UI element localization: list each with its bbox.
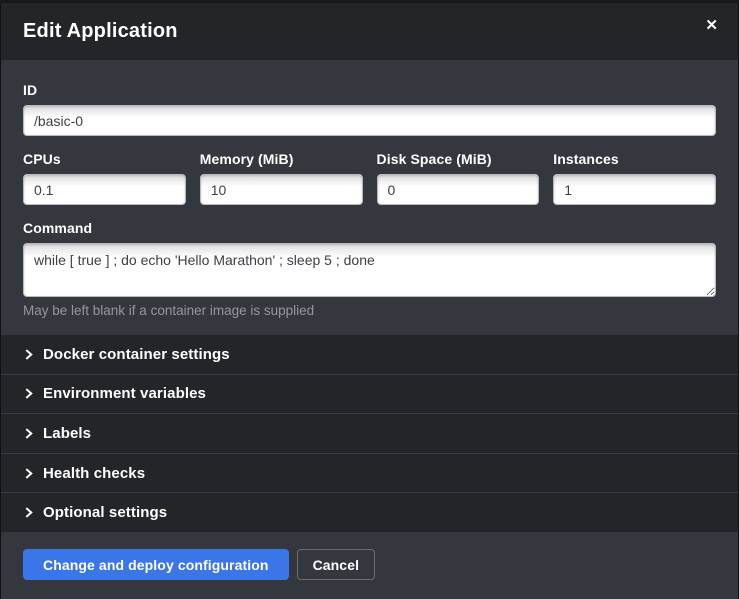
application-form: ID CPUs Memory (MiB) Disk Space (MiB) In… (1, 60, 738, 335)
section-label: Environment variables (43, 385, 206, 402)
chevron-right-icon (23, 468, 34, 479)
id-field-group: ID (23, 82, 716, 136)
chevron-right-icon (23, 388, 34, 399)
instances-input[interactable] (553, 174, 716, 205)
modal-footer: Change and deploy configuration Cancel (1, 532, 738, 599)
cpus-label: CPUs (23, 151, 186, 167)
resources-row: CPUs Memory (MiB) Disk Space (MiB) Insta… (23, 151, 716, 205)
section-environment-variables[interactable]: Environment variables (1, 375, 738, 415)
cpus-field-group: CPUs (23, 151, 186, 205)
section-label: Health checks (43, 465, 145, 482)
memory-label: Memory (MiB) (200, 151, 363, 167)
modal-title: Edit Application (23, 20, 178, 43)
section-docker-container-settings[interactable]: Docker container settings (1, 335, 738, 375)
change-and-deploy-button[interactable]: Change and deploy configuration (23, 549, 289, 580)
close-icon[interactable]: ✕ (701, 16, 722, 35)
command-field-group: Command while [ true ] ; do echo 'Hello … (23, 220, 716, 318)
command-label: Command (23, 220, 716, 236)
edit-application-modal: Edit Application ✕ ID CPUs Memory (MiB) … (0, 3, 739, 599)
instances-label: Instances (553, 151, 716, 167)
disk-input[interactable] (377, 174, 540, 205)
id-input[interactable] (23, 105, 716, 136)
disk-label: Disk Space (MiB) (377, 151, 540, 167)
command-help-text: May be left blank if a container image i… (23, 303, 716, 318)
chevron-right-icon (23, 428, 34, 439)
section-label: Optional settings (43, 504, 167, 521)
settings-accordion: Docker container settings Environment va… (1, 335, 738, 532)
section-label: Docker container settings (43, 346, 230, 363)
id-label: ID (23, 82, 716, 98)
command-textarea[interactable]: while [ true ] ; do echo 'Hello Marathon… (23, 243, 716, 297)
cpus-input[interactable] (23, 174, 186, 205)
section-optional-settings[interactable]: Optional settings (1, 493, 738, 532)
disk-field-group: Disk Space (MiB) (377, 151, 540, 205)
section-labels[interactable]: Labels (1, 414, 738, 454)
section-label: Labels (43, 425, 91, 442)
modal-header: Edit Application ✕ (1, 3, 738, 60)
instances-field-group: Instances (553, 151, 716, 205)
memory-input[interactable] (200, 174, 363, 205)
chevron-right-icon (23, 507, 34, 518)
chevron-right-icon (23, 349, 34, 360)
cancel-button[interactable]: Cancel (297, 549, 376, 580)
memory-field-group: Memory (MiB) (200, 151, 363, 205)
section-health-checks[interactable]: Health checks (1, 454, 738, 494)
